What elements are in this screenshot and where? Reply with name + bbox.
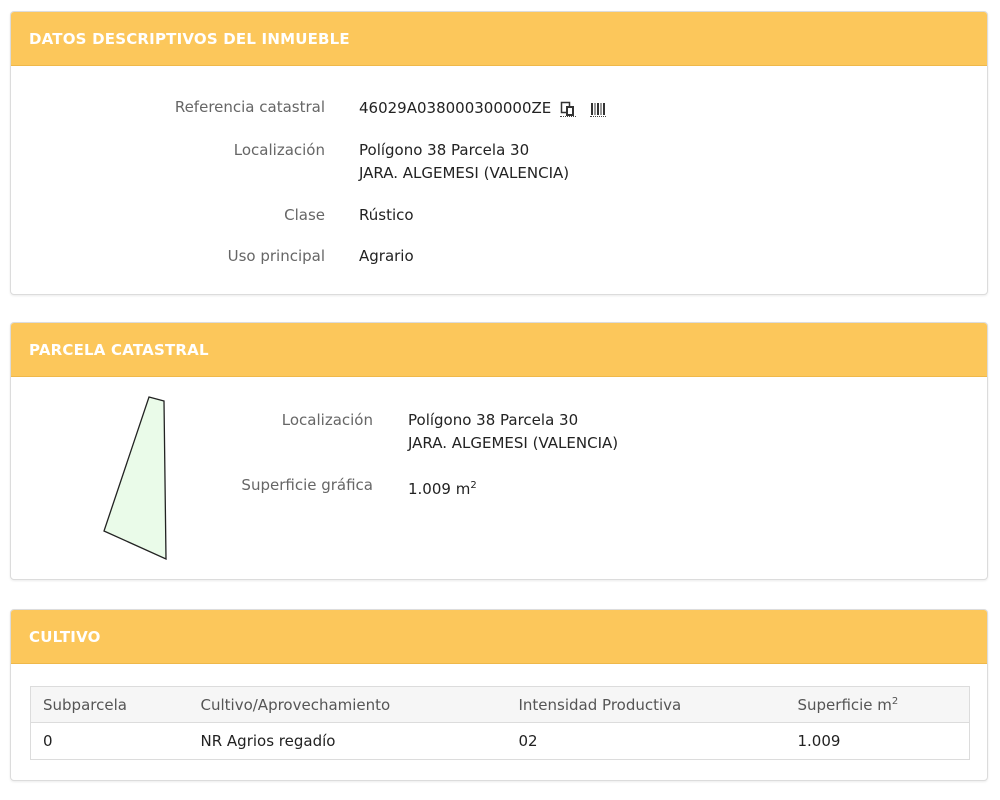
parcela-localizacion-line2: JARA. ALGEMESI (VALENCIA) [408, 434, 619, 452]
table-row: 0 NR Agrios regadío 02 1.009 [31, 723, 970, 760]
cultivo-header: CULTIVO [11, 610, 987, 664]
cell-intensidad: 02 [518, 732, 538, 750]
col-superficie: Superficie m2 [785, 686, 970, 723]
table-header-row: Subparcela Cultivo/Aprovechamiento Inten… [30, 686, 970, 723]
uso-principal-value: Agrario [359, 247, 414, 265]
datos-descriptivos-title: DATOS DESCRIPTIVOS DEL INMUEBLE [29, 29, 350, 48]
copy-icon[interactable] [560, 101, 577, 117]
cell-cultivo: NR Agrios regadío [200, 732, 336, 750]
parcela-localizacion-label: Localización [281, 411, 373, 429]
superficie-grafica-label: Superficie gráfica [241, 476, 373, 494]
cultivo-panel: CULTIVO Subparcela Cultivo/Aprovechamien… [10, 609, 988, 781]
clase-label: Clase [284, 206, 325, 224]
parcela-catastral-title: PARCELA CATASTRAL [29, 340, 209, 359]
datos-descriptivos-panel: DATOS DESCRIPTIVOS DEL INMUEBLE Referenc… [10, 11, 988, 295]
referencia-label: Referencia catastral [174, 98, 325, 116]
clase-value: Rústico [359, 206, 414, 224]
cell-superficie: 1.009 [797, 732, 841, 750]
col-subparcela: Subparcela [30, 686, 189, 723]
parcela-catastral-header: PARCELA CATASTRAL [11, 323, 987, 377]
localizacion-label: Localización [233, 141, 325, 159]
superficie-grafica-value: 1.009 m2 [408, 480, 477, 498]
cultivo-title: CULTIVO [29, 627, 101, 646]
cell-subparcela: 0 [43, 732, 53, 750]
uso-principal-label: Uso principal [227, 247, 325, 265]
barcode-icon[interactable] [590, 101, 607, 117]
col-cultivo: Cultivo/Aprovechamiento [188, 686, 507, 723]
parcela-catastral-panel: PARCELA CATASTRAL Localización Polígono … [10, 322, 988, 580]
localizacion-line2: JARA. ALGEMESI (VALENCIA) [359, 164, 570, 182]
localizacion-line1: Polígono 38 Parcela 30 [359, 141, 530, 159]
datos-descriptivos-header: DATOS DESCRIPTIVOS DEL INMUEBLE [11, 12, 987, 66]
col-intensidad: Intensidad Productiva [506, 686, 786, 723]
referencia-value: 46029A038000300000ZE [359, 99, 552, 117]
cultivo-table: Subparcela Cultivo/Aprovechamiento Inten… [30, 686, 970, 760]
parcela-localizacion-line1: Polígono 38 Parcela 30 [408, 411, 579, 429]
